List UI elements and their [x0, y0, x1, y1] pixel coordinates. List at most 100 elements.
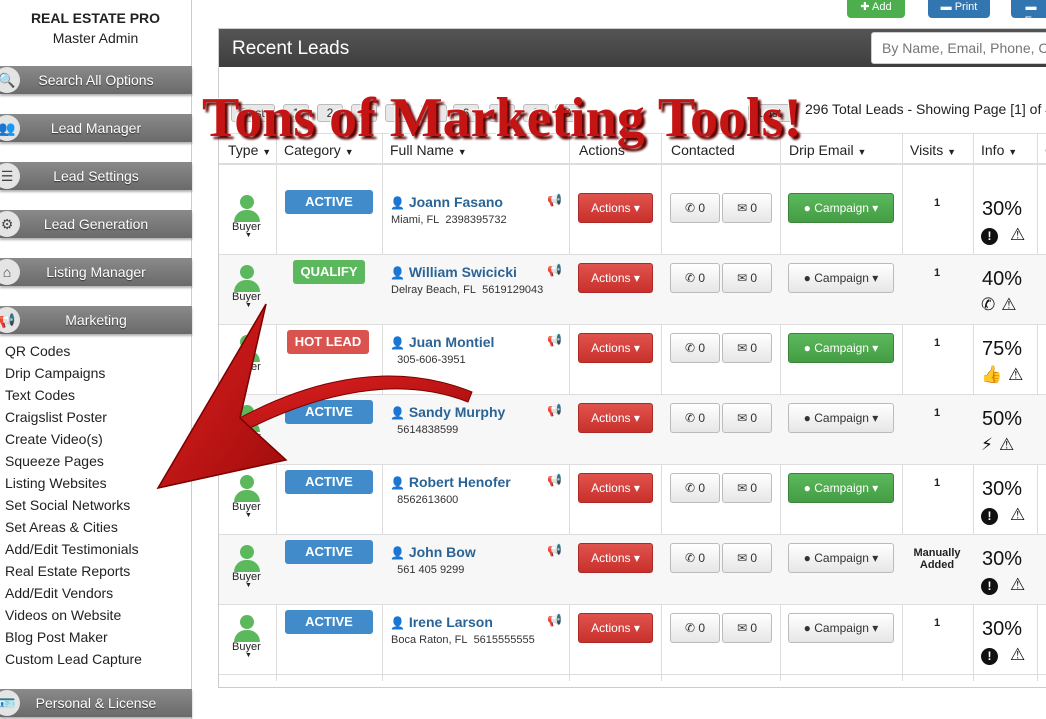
- menu-item-videos-on-website[interactable]: Videos on Website: [5, 606, 142, 628]
- actions-dropdown-button[interactable]: Actions ▾: [578, 403, 653, 433]
- col-visits[interactable]: Visits ▼: [910, 142, 956, 158]
- campaign-dropdown-button[interactable]: ● Campaign ▾: [788, 403, 894, 433]
- category-badge[interactable]: ACTIVE: [285, 190, 373, 214]
- buyer-person-icon[interactable]: [234, 615, 260, 642]
- buyer-person-icon[interactable]: [234, 265, 260, 292]
- home-icon: ⌂: [0, 259, 20, 285]
- bolt-icon: ⚡: [981, 435, 993, 454]
- actions-dropdown-button[interactable]: Actions ▾: [578, 333, 653, 363]
- email-count-button[interactable]: ✉ 0: [722, 193, 772, 223]
- visits-count: 1: [933, 337, 941, 349]
- buyer-person-icon[interactable]: [234, 545, 260, 572]
- call-count-button[interactable]: ✆ 0: [670, 613, 720, 643]
- lead-name-link[interactable]: 👤 Robert Henofer: [390, 474, 511, 490]
- campaign-dropdown-button[interactable]: ● Campaign ▾: [788, 193, 894, 223]
- actions-dropdown-button[interactable]: Actions ▾: [578, 543, 653, 573]
- sidebar-section-label: Search All Options: [38, 72, 154, 88]
- category-badge[interactable]: HOT LEAD: [287, 330, 369, 354]
- add-button[interactable]: ✚ Add: [847, 0, 905, 18]
- email-count-button[interactable]: ✉ 0: [722, 543, 772, 573]
- email-count-button[interactable]: ✉ 0: [722, 473, 772, 503]
- exclamation-icon: !: [981, 575, 1004, 595]
- lead-name-link[interactable]: 👤 Joann Fasano: [390, 194, 503, 210]
- email-count-button[interactable]: ✉ 0: [722, 613, 772, 643]
- category-badge[interactable]: ACTIVE: [285, 540, 373, 564]
- gear-icon: ⚙: [0, 211, 20, 237]
- menu-item-create-videos[interactable]: Create Video(s): [5, 430, 142, 452]
- menu-item-qr-codes[interactable]: QR Codes: [5, 342, 142, 364]
- call-count-button[interactable]: ✆ 0: [670, 543, 720, 573]
- category-badge[interactable]: ACTIVE: [285, 470, 373, 494]
- menu-item-set-social-networks[interactable]: Set Social Networks: [5, 496, 142, 518]
- category-badge[interactable]: ACTIVE: [285, 610, 373, 634]
- campaign-dropdown-button[interactable]: ● Campaign ▾: [788, 473, 894, 503]
- call-count-button[interactable]: ✆ 0: [670, 403, 720, 433]
- sidebar: REAL ESTATE PRO Master Admin 🔍 Search Al…: [0, 0, 192, 719]
- lead-name-link[interactable]: 👤 Irene Larson: [390, 614, 493, 630]
- chevron-down-icon: ▼: [245, 372, 252, 379]
- category-badge[interactable]: ACTIVE: [285, 400, 373, 424]
- export-button[interactable]: ▬ Ex: [1011, 0, 1046, 27]
- megaphone-icon[interactable]: 📢: [547, 543, 562, 557]
- megaphone-icon[interactable]: 📢: [547, 193, 562, 207]
- menu-item-real-estate-reports[interactable]: Real Estate Reports: [5, 562, 142, 584]
- call-count-button[interactable]: ✆ 0: [670, 473, 720, 503]
- lead-name-link[interactable]: 👤 John Bow: [390, 544, 476, 560]
- menu-item-custom-lead-capture[interactable]: Custom Lead Capture: [5, 650, 142, 672]
- comment-icon: ▬: [1025, 1, 1037, 13]
- print-button[interactable]: ▬ Print: [928, 0, 990, 18]
- buyer-person-icon[interactable]: [234, 475, 260, 502]
- buyer-person-icon[interactable]: [234, 335, 260, 362]
- buyer-person-icon[interactable]: [234, 195, 260, 222]
- col-info[interactable]: Info ▼: [981, 142, 1017, 158]
- lead-search-input[interactable]: [871, 32, 1046, 64]
- chevron-down-icon: ▼: [245, 302, 252, 309]
- sidebar-section-personal-license[interactable]: 🪪 Personal & License: [0, 689, 192, 717]
- menu-item-craigslist-poster[interactable]: Craigslist Poster: [5, 408, 142, 430]
- warning-icon: ⚠: [1010, 225, 1026, 244]
- menu-item-add-edit-vendors[interactable]: Add/Edit Vendors: [5, 584, 142, 606]
- lead-contact-info: Miami, FL 2398395732: [391, 214, 507, 226]
- menu-item-add-edit-testimonials[interactable]: Add/Edit Testimonials: [5, 540, 142, 562]
- menu-item-set-areas-cities[interactable]: Set Areas & Cities: [5, 518, 142, 540]
- menu-item-drip-campaigns[interactable]: Drip Campaigns: [5, 364, 142, 386]
- email-count-button[interactable]: ✉ 0: [722, 403, 772, 433]
- campaign-dropdown-button[interactable]: ● Campaign ▾: [788, 263, 894, 293]
- call-count-button[interactable]: ✆ 0: [670, 333, 720, 363]
- megaphone-icon[interactable]: 📢: [547, 333, 562, 347]
- menu-item-blog-post-maker[interactable]: Blog Post Maker: [5, 628, 142, 650]
- call-count-button[interactable]: ✆ 0: [670, 263, 720, 293]
- email-count-button[interactable]: ✉ 0: [722, 263, 772, 293]
- lead-score-percent: 75%: [982, 338, 1023, 360]
- call-count-button[interactable]: ✆ 0: [670, 193, 720, 223]
- megaphone-icon[interactable]: 📢: [547, 473, 562, 487]
- menu-item-squeeze-pages[interactable]: Squeeze Pages: [5, 452, 142, 474]
- campaign-dropdown-button[interactable]: ● Campaign ▾: [788, 333, 894, 363]
- actions-dropdown-button[interactable]: Actions ▾: [578, 613, 653, 643]
- menu-item-text-codes[interactable]: Text Codes: [5, 386, 142, 408]
- menu-item-listing-websites[interactable]: Listing Websites: [5, 474, 142, 496]
- lead-name-link[interactable]: 👤 Juan Montiel: [390, 334, 494, 350]
- megaphone-icon[interactable]: 📢: [547, 263, 562, 277]
- lead-name-link[interactable]: 👤 William Swicicki: [390, 264, 517, 280]
- sidebar-section-marketing[interactable]: 📢 Marketing: [0, 306, 192, 334]
- sidebar-section-search[interactable]: 🔍 Search All Options: [0, 66, 192, 94]
- actions-dropdown-button[interactable]: Actions ▾: [578, 263, 653, 293]
- sidebar-section-listing-manager[interactable]: ⌂ Listing Manager: [0, 258, 192, 286]
- category-badge[interactable]: QUALIFY: [293, 260, 365, 284]
- actions-dropdown-button[interactable]: Actions ▾: [578, 473, 653, 503]
- sidebar-section-lead-settings[interactable]: ☰ Lead Settings: [0, 162, 192, 190]
- megaphone-icon[interactable]: 📢: [547, 613, 562, 627]
- megaphone-icon[interactable]: 📢: [547, 403, 562, 417]
- sidebar-section-lead-generation[interactable]: ⚙ Lead Generation: [0, 210, 192, 238]
- campaign-dropdown-button[interactable]: ● Campaign ▾: [788, 613, 894, 643]
- sidebar-section-lead-manager[interactable]: 👥 Lead Manager: [0, 114, 192, 142]
- table-row: Buyer ▼ ACTIVE 👤 Irene Larson Boca Raton…: [219, 605, 1046, 675]
- actions-dropdown-button[interactable]: Actions ▾: [578, 193, 653, 223]
- campaign-dropdown-button[interactable]: ● Campaign ▾: [788, 543, 894, 573]
- email-count-button[interactable]: ✉ 0: [722, 333, 772, 363]
- lead-name-link[interactable]: 👤 Sandy Murphy: [390, 404, 505, 420]
- buyer-person-icon[interactable]: [234, 405, 260, 432]
- table-row: Buyer ▼ ACTIVE 👤 Robert Henofer 85626136…: [219, 465, 1046, 535]
- envelope-icon: ✉: [736, 201, 748, 215]
